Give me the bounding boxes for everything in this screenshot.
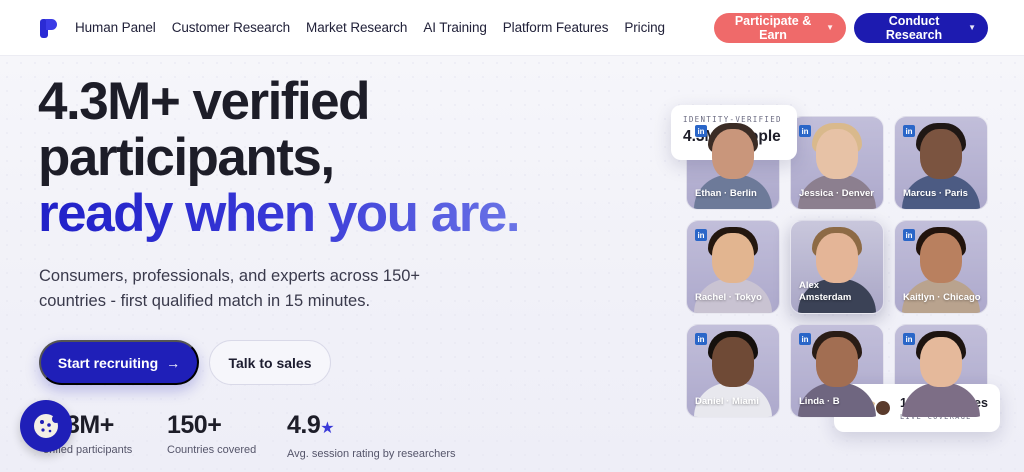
- stat-label: Countries covered: [167, 444, 257, 456]
- headline-accent: ready when you are.: [38, 184, 521, 243]
- chevron-down-icon: ▼: [968, 23, 976, 32]
- participant-name: Marcus · Paris: [903, 188, 968, 199]
- chevron-down-icon: ▼: [826, 23, 834, 32]
- avatar: [874, 399, 892, 417]
- talk-to-sales-label: Talk to sales: [228, 354, 312, 371]
- linkedin-icon: in: [903, 125, 915, 137]
- cookie-settings-button[interactable]: [20, 400, 72, 452]
- participant-name: Daniel · Miami: [695, 396, 759, 407]
- participant-card: in Linda · B: [790, 324, 884, 418]
- hero-headline: 4.3M+ verified participants, ready when …: [38, 72, 521, 243]
- participant-card: in Rachel · Tokyo: [686, 220, 780, 314]
- stat-countries: 150+ Countries covered: [167, 410, 257, 460]
- participant-grid: in Ethan · Berlin in Jessica · Denver in Marc…: [686, 116, 988, 418]
- participant-card: in: [894, 324, 988, 418]
- header-actions: Participate & Earn ▼ Conduct Research ▼: [714, 12, 988, 43]
- participant-name: Alex Amsterdam: [799, 280, 852, 303]
- nav-customer-research[interactable]: Customer Research: [172, 20, 290, 35]
- participant-photo: [902, 331, 980, 417]
- participant-card: in Marcus · Paris: [894, 116, 988, 210]
- start-recruiting-label: Start recruiting: [57, 354, 159, 371]
- arrow-right-icon: →: [166, 354, 181, 371]
- participant-name: Jessica · Denver: [799, 188, 874, 199]
- stat-value: 4.9★: [287, 411, 335, 439]
- nav-human-panel[interactable]: Human Panel: [75, 20, 156, 35]
- start-recruiting-button[interactable]: Start recruiting →: [39, 340, 199, 385]
- participate-earn-button[interactable]: Participate & Earn ▼: [714, 12, 846, 43]
- brand-logo-icon[interactable]: [38, 17, 60, 39]
- top-navigation: Human Panel Customer Research Market Res…: [0, 0, 1024, 56]
- participant-card: in Jessica · Denver: [790, 116, 884, 210]
- participant-name: Ethan · Berlin: [695, 188, 757, 199]
- linkedin-icon: in: [695, 229, 707, 241]
- headline-line-1: 4.3M+ verified: [38, 72, 371, 131]
- headline-line-2: participants,: [38, 128, 335, 187]
- stats-row: 3M+ erified participants 150+ Countries …: [39, 410, 486, 460]
- star-icon: ★: [320, 420, 335, 437]
- conduct-research-button[interactable]: Conduct Research ▼: [854, 12, 988, 43]
- nav-pricing[interactable]: Pricing: [624, 20, 665, 35]
- linkedin-icon: in: [903, 333, 915, 345]
- participate-earn-label: Participate & Earn: [734, 13, 812, 42]
- stat-value: 150+: [167, 411, 222, 439]
- linkedin-icon: in: [903, 229, 915, 241]
- participant-name: Linda · B: [799, 396, 840, 407]
- participant-name: Kaitlyn · Chicago: [903, 292, 981, 303]
- linkedin-icon: in: [799, 125, 811, 137]
- conduct-research-label: Conduct Research: [885, 13, 943, 42]
- stat-label: Avg. session rating by researchers: [287, 448, 456, 460]
- cookie-icon: [34, 414, 60, 438]
- hero-subtext: Consumers, professionals, and experts ac…: [39, 267, 421, 310]
- participant-card: in Kaitlyn · Chicago: [894, 220, 988, 314]
- stat-rating: 4.9★ Avg. session rating by researchers: [287, 410, 456, 460]
- linkedin-icon: in: [799, 333, 811, 345]
- main-nav: Human Panel Customer Research Market Res…: [75, 20, 665, 35]
- participant-card: in Daniel · Miami: [686, 324, 780, 418]
- participant-card: Alex Amsterdam: [790, 220, 884, 314]
- participant-card: in Ethan · Berlin: [686, 116, 780, 210]
- nav-ai-training[interactable]: AI Training: [423, 20, 487, 35]
- nav-market-research[interactable]: Market Research: [306, 20, 407, 35]
- talk-to-sales-button[interactable]: Talk to sales: [209, 340, 331, 385]
- participant-name: Rachel · Tokyo: [695, 292, 762, 303]
- linkedin-icon: in: [695, 333, 707, 345]
- cta-row: Start recruiting → Talk to sales: [39, 340, 331, 385]
- linkedin-icon: in: [695, 125, 707, 137]
- nav-platform-features[interactable]: Platform Features: [503, 20, 609, 35]
